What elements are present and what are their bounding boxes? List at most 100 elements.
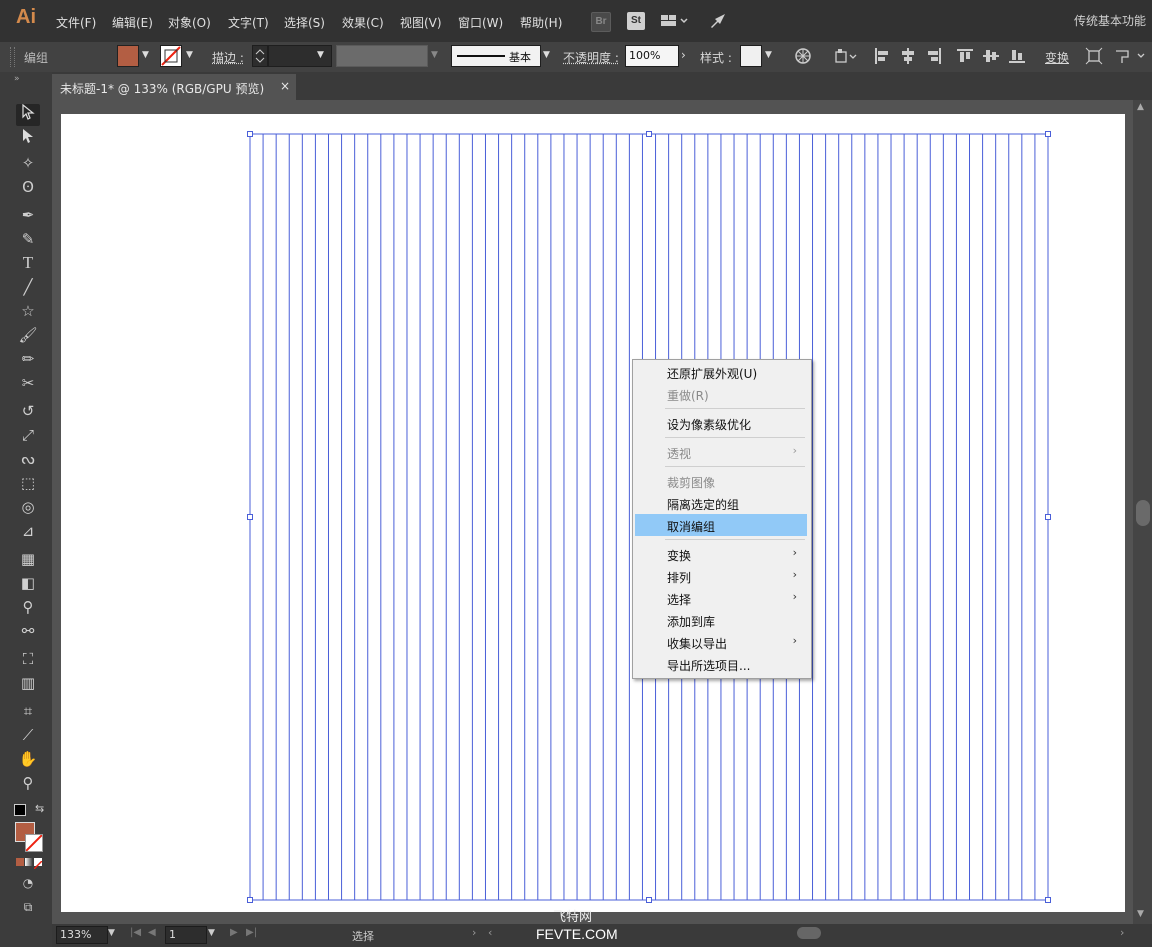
bounding-box-handle[interactable] xyxy=(646,131,652,137)
free-transform-tool-icon[interactable]: ⬚ xyxy=(16,472,40,494)
perspective-grid-tool-icon[interactable]: ⊿ xyxy=(16,520,40,542)
direct-selection-tool-icon[interactable] xyxy=(16,128,40,150)
artboard-number-field[interactable]: 1 xyxy=(165,926,207,944)
symbol-sprayer-tool-icon[interactable]: ⛶ xyxy=(16,648,40,670)
zoom-tool-icon[interactable]: ⚲ xyxy=(16,772,40,794)
variable-width-profile[interactable] xyxy=(336,45,428,67)
scroll-up-icon[interactable]: ▲ xyxy=(1137,102,1144,112)
magic-wand-tool-icon[interactable]: ✧ xyxy=(16,152,40,174)
warp-tool-icon[interactable]: ᔓ xyxy=(16,448,40,470)
arrange-documents-icon[interactable] xyxy=(660,12,690,30)
stroke-color-swatch[interactable] xyxy=(160,45,182,67)
graphic-style-swatch[interactable] xyxy=(740,45,762,67)
status-text[interactable]: 选择 xyxy=(352,928,374,944)
chevron-down-icon[interactable]: ▼ xyxy=(208,928,215,938)
artboard[interactable] xyxy=(61,114,1125,912)
menu-window[interactable]: 窗口(W) xyxy=(458,14,503,31)
workspace-switcher[interactable]: 传统基本功能 xyxy=(1074,12,1146,29)
scissors-tool-icon[interactable]: ✂ xyxy=(16,372,40,394)
mesh-tool-icon[interactable]: ▦ xyxy=(16,548,40,570)
bounding-box-handle[interactable] xyxy=(247,131,253,137)
transform-button[interactable]: 变换 xyxy=(1045,49,1069,66)
screen-mode-icon[interactable]: ⧉ xyxy=(16,896,40,918)
ctx-export-selection[interactable]: 导出所选项目... xyxy=(635,653,807,675)
stroke-swatch[interactable] xyxy=(25,834,43,852)
ctx-arrange[interactable]: 排列 › xyxy=(635,565,807,587)
drawing-mode-icon[interactable]: ◔ xyxy=(16,872,40,894)
lasso-tool-icon[interactable]: ʘ xyxy=(16,176,40,198)
previous-artboard-icon[interactable]: ◀ xyxy=(148,927,156,938)
swap-colors-icon[interactable]: ⇆ xyxy=(35,802,44,815)
ctx-perspective[interactable]: 透视 › xyxy=(635,441,807,463)
next-artboard-icon[interactable]: ▶ xyxy=(230,927,238,938)
align-bottom-icon[interactable] xyxy=(1008,47,1026,68)
isolate-group-icon[interactable] xyxy=(1085,47,1103,68)
column-graph-tool-icon[interactable]: ▥ xyxy=(16,672,40,694)
paintbrush-tool-icon[interactable]: 🖌 xyxy=(16,324,40,346)
chevron-down-icon[interactable]: ▼ xyxy=(431,50,438,60)
ctx-make-pixel-perfect[interactable]: 设为像素级优化 xyxy=(635,412,807,434)
ctx-undo-expand-appearance[interactable]: 还原扩展外观(U) xyxy=(635,361,807,383)
last-artboard-icon[interactable]: ▶| xyxy=(246,927,257,938)
first-artboard-icon[interactable]: |◀ xyxy=(130,927,141,938)
chevron-down-icon[interactable]: ▼ xyxy=(142,50,149,60)
menu-edit[interactable]: 编辑(E) xyxy=(112,14,153,31)
chevron-right-icon[interactable]: › xyxy=(681,48,686,62)
ctx-redo[interactable]: 重做(R) xyxy=(635,383,807,405)
align-horizontal-center-icon[interactable] xyxy=(899,47,917,68)
default-colors-icon[interactable] xyxy=(14,804,26,816)
brush-definition-dropdown[interactable]: 基本 xyxy=(451,45,541,67)
artboard-tool-icon[interactable]: ⌗ xyxy=(16,700,40,722)
bounding-box-handle[interactable] xyxy=(1045,514,1051,520)
pencil-tool-icon[interactable]: ✏ xyxy=(16,348,40,370)
star-tool-icon[interactable]: ☆ xyxy=(16,300,40,322)
chevron-down-icon[interactable]: ▼ xyxy=(765,50,772,60)
gradient-tool-icon[interactable]: ◧ xyxy=(16,572,40,594)
stock-icon[interactable]: St xyxy=(627,12,645,30)
ctx-transform[interactable]: 变换 › xyxy=(635,543,807,565)
gradient-mode-icon[interactable] xyxy=(25,858,33,866)
vertical-scroll-thumb[interactable] xyxy=(1136,500,1150,526)
ctx-collect-for-export[interactable]: 收集以导出 › xyxy=(635,631,807,653)
ctx-select[interactable]: 选择 › xyxy=(635,587,807,609)
status-menu-chevron-icon[interactable]: › xyxy=(472,926,476,939)
recolor-artwork-icon[interactable] xyxy=(794,47,812,68)
puppet-warp-icon[interactable] xyxy=(1114,47,1148,68)
menu-type[interactable]: 文字(T) xyxy=(228,14,269,31)
stroke-label[interactable]: 描边 : xyxy=(212,49,244,66)
align-vertical-center-icon[interactable] xyxy=(982,47,1000,68)
close-tab-icon[interactable]: × xyxy=(280,79,290,93)
bounding-box-handle[interactable] xyxy=(646,897,652,903)
scroll-down-icon[interactable]: ▼ xyxy=(1137,909,1144,919)
ctx-add-to-library[interactable]: 添加到库 xyxy=(635,609,807,631)
chevron-down-icon[interactable]: ▼ xyxy=(317,50,324,60)
scale-tool-icon[interactable]: ⤢ xyxy=(16,424,40,446)
none-mode-icon[interactable] xyxy=(33,858,43,870)
menu-file[interactable]: 文件(F) xyxy=(56,14,96,31)
scroll-left-icon[interactable]: ‹ xyxy=(488,926,492,939)
menu-object[interactable]: 对象(O) xyxy=(168,14,211,31)
opacity-input[interactable]: 100% xyxy=(625,45,679,67)
hand-tool-icon[interactable]: ✋ xyxy=(16,748,40,770)
align-top-icon[interactable] xyxy=(956,47,974,68)
expand-panel-icon[interactable]: » xyxy=(14,74,20,84)
chevron-down-icon[interactable]: ▼ xyxy=(543,50,550,60)
rotate-tool-icon[interactable]: ↺ xyxy=(16,400,40,422)
selection-tool-icon[interactable] xyxy=(16,103,40,126)
menu-view[interactable]: 视图(V) xyxy=(400,14,442,31)
pen-tool-icon[interactable]: ✒ xyxy=(16,204,40,226)
bounding-box-handle[interactable] xyxy=(1045,131,1051,137)
align-to-icon[interactable] xyxy=(834,47,860,68)
opacity-label[interactable]: 不透明度 : xyxy=(563,49,619,66)
horizontal-scroll-thumb[interactable] xyxy=(797,927,821,939)
align-right-icon[interactable] xyxy=(925,47,943,68)
ctx-ungroup[interactable]: 取消编组 xyxy=(635,514,807,536)
fill-color-swatch[interactable] xyxy=(117,45,139,67)
shape-builder-tool-icon[interactable]: ◎ xyxy=(16,496,40,518)
color-mode-icon[interactable] xyxy=(16,858,24,866)
curvature-tool-icon[interactable]: ✎ xyxy=(16,228,40,250)
ctx-isolate-selected-group[interactable]: 隔离选定的组 xyxy=(635,492,807,514)
panel-grip-icon[interactable] xyxy=(10,47,15,67)
line-segment-tool-icon[interactable]: ╱ xyxy=(16,276,40,298)
scroll-right-icon[interactable]: › xyxy=(1120,926,1124,939)
